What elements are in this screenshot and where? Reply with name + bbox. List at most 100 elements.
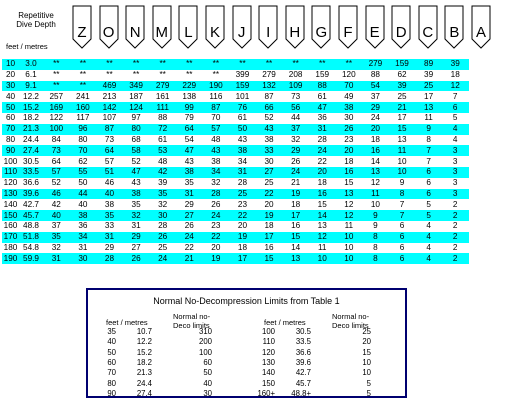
time-cell: 73 bbox=[291, 91, 301, 101]
summary-row: 60 18.2 60 bbox=[96, 358, 212, 368]
time-cell: 64 bbox=[51, 156, 61, 166]
depth-feet-cell: 100 bbox=[3, 156, 18, 166]
table-row: 180 54.8 32 31 29 27 25 22 20 18 16 14 11 10 8 6 4 2 bbox=[2, 243, 469, 254]
time-cell: 16 bbox=[335, 166, 363, 178]
time-cell: 3 bbox=[441, 166, 469, 178]
group-tag-f: F bbox=[338, 5, 358, 49]
time-cell: 18 bbox=[291, 199, 301, 209]
time-cell: 76 bbox=[229, 102, 256, 113]
depth-metres-cell: 12.2 bbox=[23, 91, 39, 101]
summary-units-left: feet / metres bbox=[106, 318, 148, 327]
time-cell: 42 bbox=[149, 166, 176, 178]
time-cell: ** bbox=[96, 59, 123, 70]
depth-feet-cell: 70 bbox=[2, 123, 19, 135]
time-cell: 117 bbox=[76, 113, 90, 123]
time-cell: 15 bbox=[282, 231, 309, 243]
time-cell: 47 bbox=[175, 145, 203, 157]
time-cell: 30 bbox=[264, 156, 274, 166]
summary-row: 140 42.7 10 bbox=[255, 368, 371, 378]
depth-feet-cell: 140 bbox=[3, 199, 18, 209]
time-cell: 22 bbox=[184, 242, 194, 252]
time-cell: 6 bbox=[415, 166, 442, 178]
time-cell: 8 bbox=[426, 134, 431, 144]
time-cell: 6 bbox=[426, 178, 431, 188]
time-cell: ** bbox=[282, 59, 309, 70]
time-cell: 50 bbox=[78, 178, 88, 188]
time-cell: 31 bbox=[78, 242, 88, 252]
depth-feet-cell: 60 bbox=[5, 113, 16, 123]
time-cell: 38 bbox=[175, 166, 203, 178]
time-cell: 2 bbox=[441, 210, 469, 221]
time-cell: 55 bbox=[69, 166, 97, 178]
time-cell: 24 bbox=[149, 253, 176, 265]
depth-metres-cell: 15.2 bbox=[19, 102, 43, 113]
depth-feet-cell: 90 bbox=[2, 145, 19, 157]
summary-feet-cell: 140 bbox=[261, 368, 275, 378]
group-letter: E bbox=[369, 24, 380, 41]
depth-metres-cell: 59.9 bbox=[19, 253, 43, 265]
time-cell: 58 bbox=[122, 145, 150, 157]
time-cell: 50 bbox=[229, 123, 256, 135]
time-cell: 15 bbox=[255, 253, 283, 265]
time-cell: 2 bbox=[452, 242, 458, 252]
time-cell: 6 bbox=[399, 221, 405, 231]
time-cell: 26 bbox=[335, 123, 363, 135]
time-cell: 13 bbox=[362, 166, 389, 178]
time-cell: 43 bbox=[202, 145, 230, 157]
summary-metres-cell: 42.7 bbox=[295, 368, 311, 378]
time-cell: 30 bbox=[344, 113, 354, 123]
time-cell: 25 bbox=[229, 188, 256, 200]
time-cell: 469 bbox=[96, 80, 123, 92]
time-cell: ** bbox=[43, 80, 70, 92]
time-cell: 30 bbox=[149, 210, 176, 221]
time-cell: 3 bbox=[441, 188, 469, 200]
summary-limit-cell: 15 bbox=[362, 347, 371, 357]
time-cell: 23 bbox=[344, 134, 354, 144]
time-cell: 79 bbox=[184, 113, 194, 123]
time-cell: 21 bbox=[175, 253, 203, 265]
time-cell: 10 bbox=[335, 253, 363, 265]
time-cell: 120 bbox=[341, 70, 356, 80]
summary-feet-cell: 90 bbox=[107, 388, 116, 398]
time-cell: 16 bbox=[308, 188, 336, 200]
time-cell: 30 bbox=[69, 253, 97, 265]
time-cell: 37 bbox=[282, 123, 309, 135]
time-cell: 36 bbox=[78, 221, 88, 231]
time-cell: 9 bbox=[415, 123, 442, 135]
summary-feet-cell: 40 bbox=[107, 337, 116, 347]
time-cell: 38 bbox=[264, 134, 274, 144]
depth-metres-cell: 30.5 bbox=[23, 156, 39, 166]
time-cell: 38 bbox=[69, 210, 97, 221]
time-cell: 101 bbox=[235, 91, 250, 101]
time-cell: 26 bbox=[291, 156, 301, 166]
time-cell: 10 bbox=[308, 253, 336, 265]
time-cell: 32 bbox=[51, 242, 61, 252]
time-cell: 32 bbox=[291, 134, 301, 144]
time-cell: 68 bbox=[131, 134, 141, 144]
time-cell: 29 bbox=[122, 231, 150, 243]
title-line: Dive Depth bbox=[16, 20, 56, 29]
time-cell: 35 bbox=[149, 188, 176, 200]
summary-limit-cell: 10 bbox=[362, 368, 371, 378]
summary-metres-cell: 45.7 bbox=[295, 378, 311, 388]
time-cell: 26 bbox=[149, 231, 176, 243]
time-cell: 20 bbox=[362, 123, 389, 135]
time-cell: ** bbox=[106, 70, 113, 80]
time-cell: 132 bbox=[255, 80, 283, 92]
summary-row: 35 10.7 310 bbox=[96, 327, 212, 337]
time-cell: 10 bbox=[344, 242, 354, 252]
time-cell: 27 bbox=[131, 242, 141, 252]
time-cell: 257 bbox=[49, 91, 64, 101]
time-cell: 28 bbox=[317, 134, 327, 144]
time-cell: 122 bbox=[49, 113, 64, 123]
time-cell: 57 bbox=[104, 156, 115, 166]
time-cell: 87 bbox=[264, 91, 274, 101]
time-cell: 52 bbox=[51, 178, 61, 188]
time-cell: 51 bbox=[96, 166, 123, 178]
time-cell: 111 bbox=[149, 102, 176, 113]
depth-feet-cell: 10 bbox=[2, 59, 19, 70]
time-cell: 14 bbox=[308, 210, 336, 221]
table-row: 50 15.2 169 160 142 124 111 99 87 76 66 56 47 38 29 21 1… bbox=[2, 102, 469, 113]
depth-feet-cell: 40 bbox=[5, 91, 16, 101]
group-tag-d: D bbox=[391, 5, 411, 49]
